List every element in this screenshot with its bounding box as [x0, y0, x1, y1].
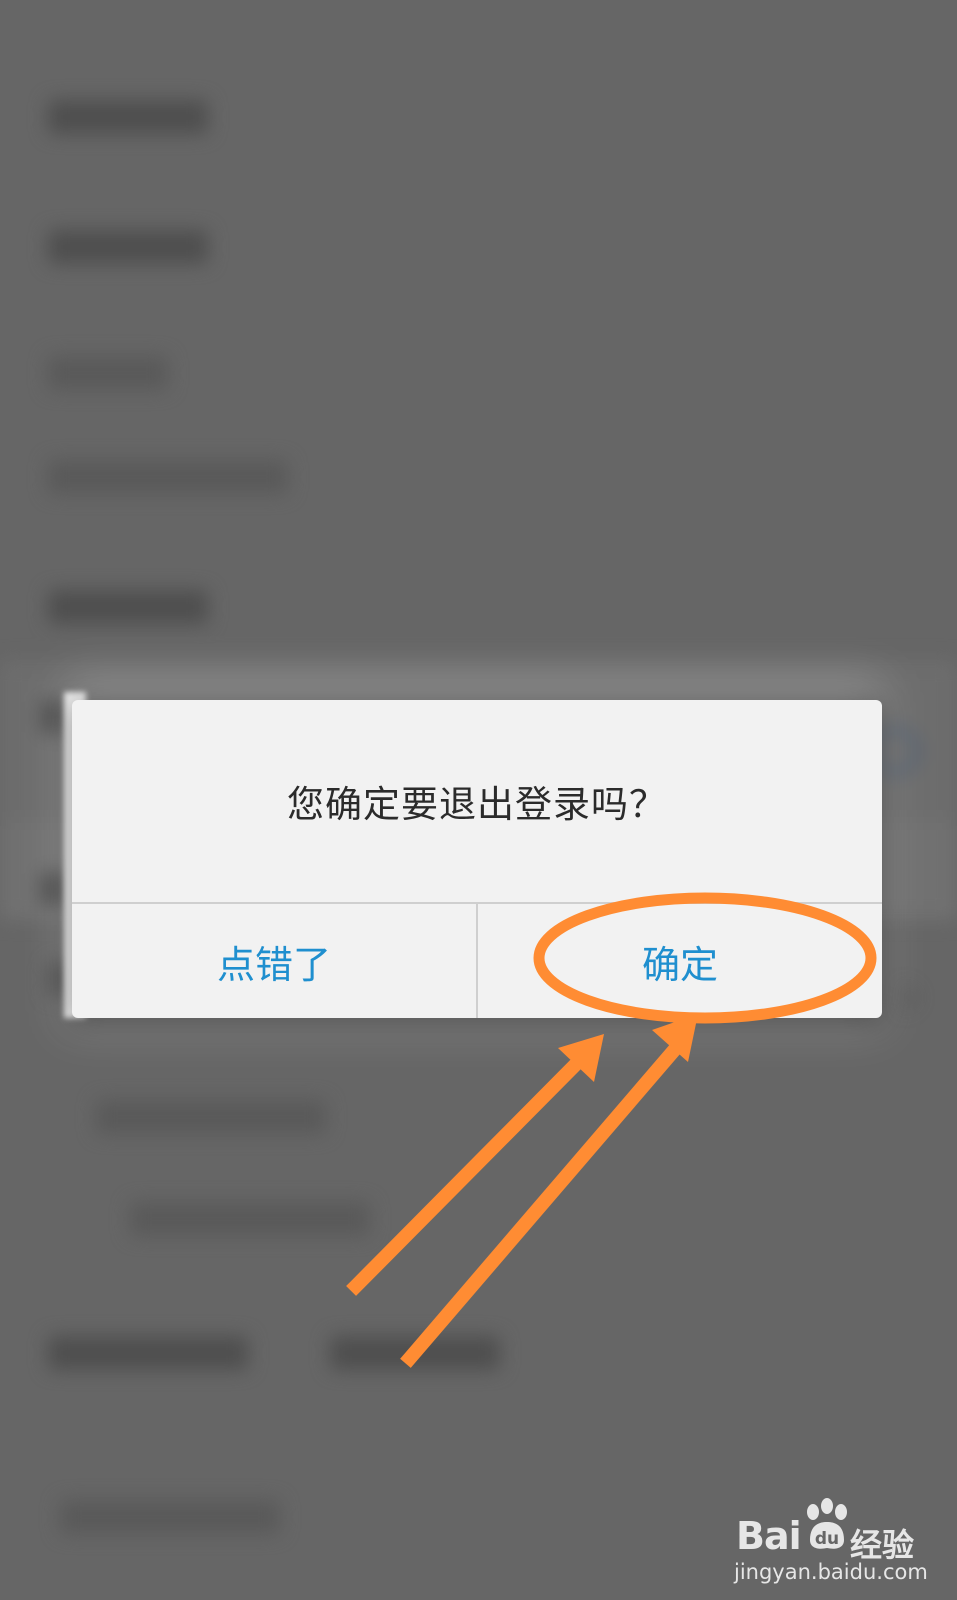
bg-item-placeholder: [48, 230, 208, 264]
bg-item-placeholder: [96, 1100, 326, 1134]
bg-item-placeholder: [60, 1500, 280, 1534]
bg-item-placeholder: [48, 460, 288, 494]
svg-text:du: du: [815, 1529, 839, 1549]
baidu-jingyan-watermark: Bai du 经验 jingyan.baidu.com: [728, 1494, 928, 1590]
cancel-button[interactable]: 点错了: [72, 904, 476, 1018]
dialog-message: 您确定要退出登录吗？: [287, 783, 667, 826]
bg-item-placeholder: [130, 1202, 370, 1236]
logout-confirm-dialog: 您确定要退出登录吗？ 点错了 确定: [72, 700, 882, 1018]
baidu-paw-icon: du: [807, 1498, 847, 1549]
bg-item-placeholder: [48, 356, 168, 390]
watermark-brand: Bai: [736, 1514, 802, 1558]
confirm-button[interactable]: 确定: [478, 904, 882, 1018]
bg-item-placeholder: [330, 1336, 500, 1370]
chevron-right-icon: [890, 984, 917, 1011]
bg-item-placeholder: [48, 100, 208, 134]
watermark-url: jingyan.baidu.com: [734, 1560, 928, 1584]
bg-item-placeholder: [48, 590, 208, 624]
bg-item-placeholder: [48, 1336, 248, 1370]
